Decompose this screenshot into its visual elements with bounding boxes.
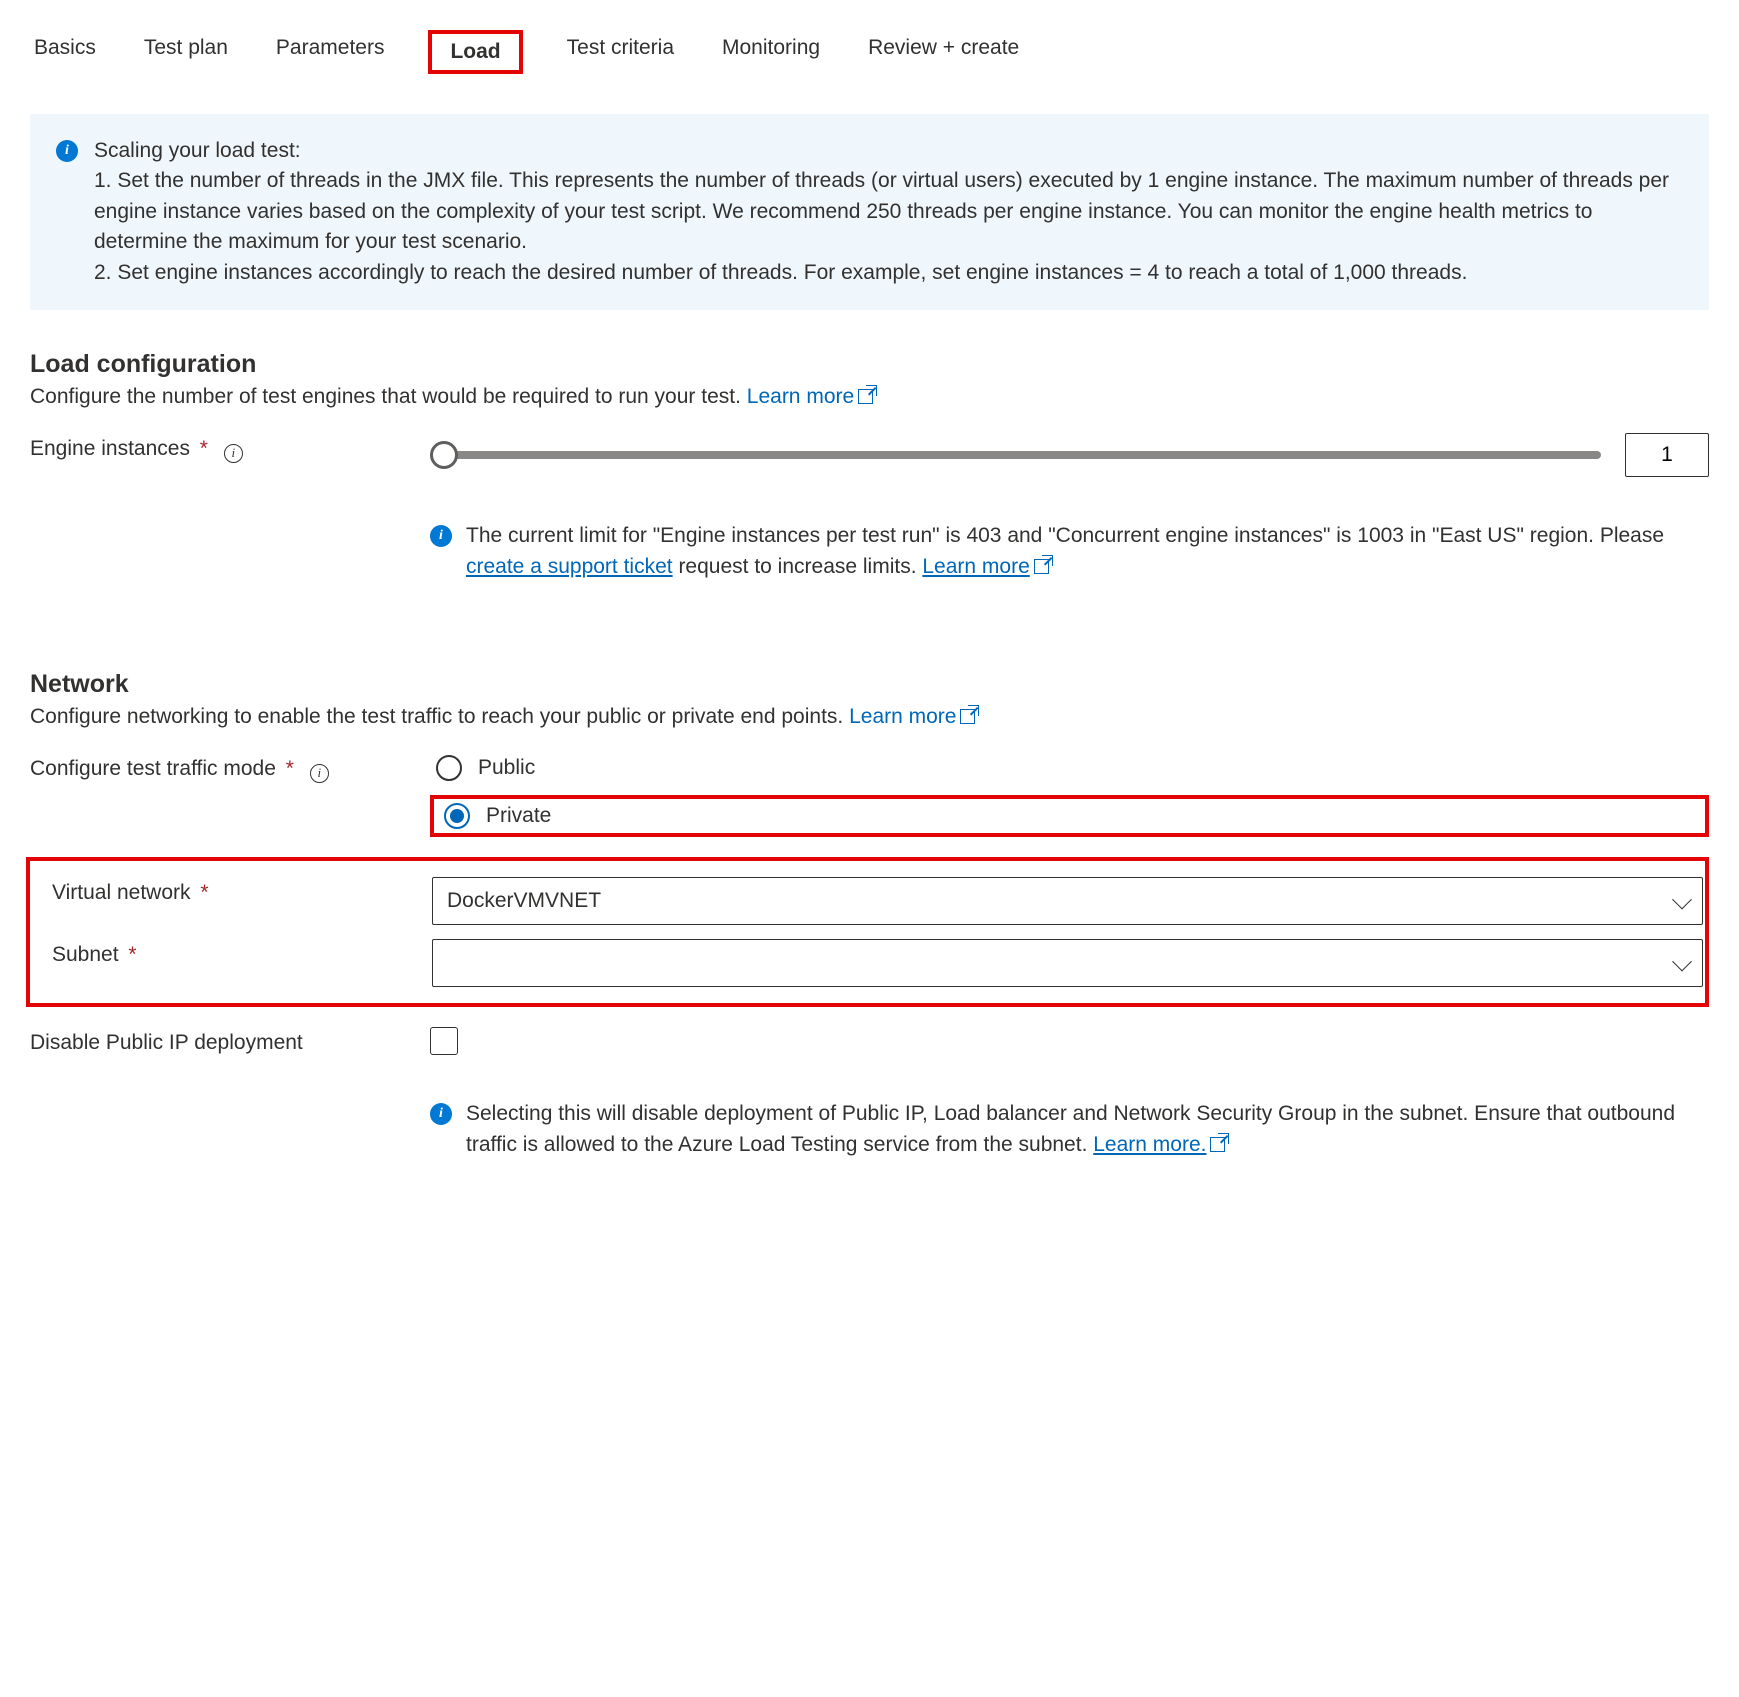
engine-limit-learn-more-link[interactable]: Learn more: [922, 555, 1048, 578]
virtual-network-select[interactable]: DockerVMVNET: [432, 877, 1703, 925]
tab-test-criteria[interactable]: Test criteria: [563, 30, 678, 74]
engine-instances-slider[interactable]: [430, 441, 1601, 469]
external-link-icon: [858, 389, 873, 404]
required-marker: *: [200, 881, 208, 904]
info-icon: i: [430, 1103, 452, 1125]
required-marker: *: [128, 943, 136, 966]
create-support-ticket-link[interactable]: create a support ticket: [466, 555, 673, 578]
scaling-step1: 1. Set the number of threads in the JMX …: [94, 166, 1683, 257]
tab-load[interactable]: Load: [428, 30, 522, 74]
required-marker: *: [200, 437, 208, 460]
scaling-step2: 2. Set engine instances accordingly to r…: [94, 258, 1683, 288]
disable-public-ip-checkbox[interactable]: [430, 1027, 458, 1055]
engine-instances-help-icon[interactable]: i: [224, 444, 243, 463]
scaling-info-box: i Scaling your load test: 1. Set the num…: [30, 114, 1709, 310]
virtual-network-label: Virtual network: [52, 881, 191, 904]
info-icon: i: [430, 525, 452, 547]
traffic-mode-help-icon[interactable]: i: [310, 764, 329, 783]
traffic-mode-label: Configure test traffic mode: [30, 757, 276, 780]
disable-public-ip-learn-more-link[interactable]: Learn more.: [1093, 1133, 1225, 1156]
network-desc: Configure networking to enable the test …: [30, 705, 1709, 729]
engine-instances-label: Engine instances: [30, 437, 190, 460]
tab-review-create[interactable]: Review + create: [864, 30, 1023, 74]
required-marker: *: [286, 757, 294, 780]
disable-public-ip-label: Disable Public IP deployment: [30, 1031, 303, 1054]
network-title: Network: [30, 670, 1709, 699]
tab-test-plan[interactable]: Test plan: [140, 30, 232, 74]
tab-basics[interactable]: Basics: [30, 30, 100, 74]
external-link-icon: [960, 709, 975, 724]
external-link-icon: [1210, 1137, 1225, 1152]
scaling-title: Scaling your load test:: [94, 136, 1683, 166]
traffic-mode-private-label: Private: [486, 804, 551, 828]
subnet-select[interactable]: [432, 939, 1703, 987]
tab-monitoring[interactable]: Monitoring: [718, 30, 824, 74]
load-config-title: Load configuration: [30, 350, 1709, 379]
slider-thumb[interactable]: [430, 441, 458, 469]
traffic-mode-private-radio[interactable]: Private: [438, 801, 557, 831]
load-config-learn-more-link[interactable]: Learn more: [747, 385, 873, 408]
info-icon: i: [56, 140, 78, 162]
engine-instances-input[interactable]: [1625, 433, 1709, 477]
load-config-desc: Configure the number of test engines tha…: [30, 385, 1709, 409]
traffic-mode-public-label: Public: [478, 756, 535, 780]
tab-bar: Basics Test plan Parameters Load Test cr…: [30, 30, 1709, 74]
subnet-label: Subnet: [52, 943, 119, 966]
network-learn-more-link[interactable]: Learn more: [849, 705, 975, 728]
engine-limit-text: The current limit for "Engine instances …: [466, 521, 1709, 582]
traffic-mode-public-radio[interactable]: Public: [430, 753, 1709, 783]
tab-parameters[interactable]: Parameters: [272, 30, 389, 74]
external-link-icon: [1034, 559, 1049, 574]
disable-public-ip-info: Selecting this will disable deployment o…: [466, 1099, 1709, 1160]
